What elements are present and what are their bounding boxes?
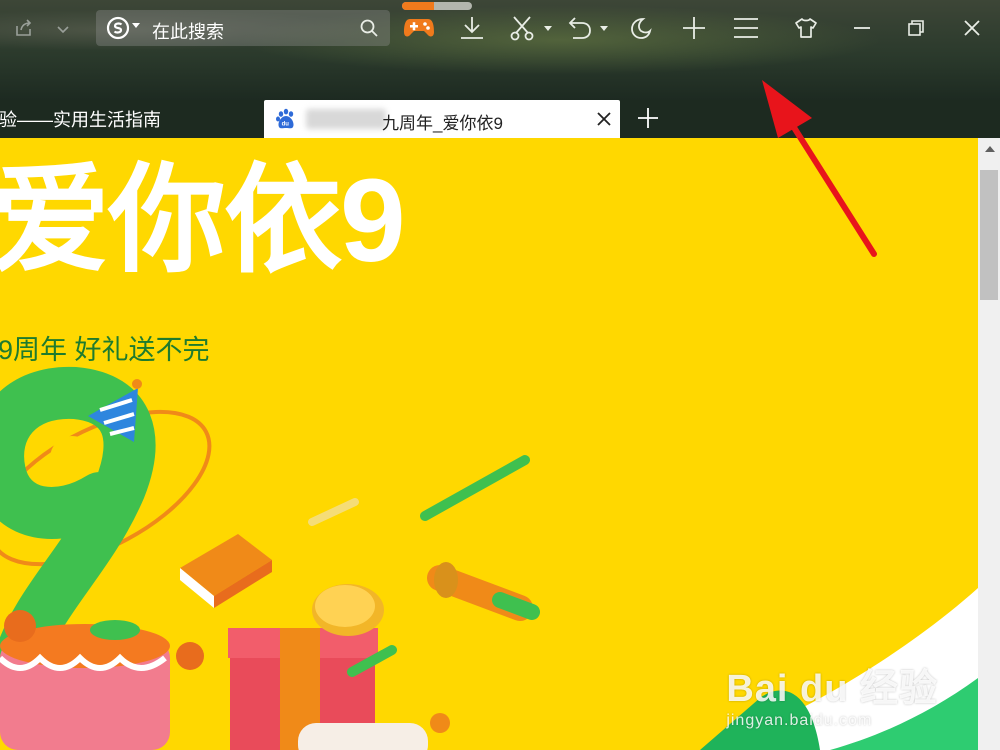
watermark-logo: Bai du 经验	[726, 668, 938, 710]
engine-dropdown-caret[interactable]	[132, 23, 140, 28]
tab-bar: 验——实用生活指南 du 九周年_爱你依9	[0, 100, 1000, 138]
search-input[interactable]: 在此搜索	[152, 18, 224, 44]
skin-icon[interactable]	[792, 14, 820, 42]
baidu-paw-icon: du	[274, 107, 298, 131]
search-icon[interactable]	[358, 17, 380, 39]
undo-icon[interactable]	[564, 14, 594, 42]
page-content[interactable]: 爱你依9 9周年 好礼送不完 Bai du 经验 jingyan.baidu.c…	[0, 138, 978, 750]
browser-toolbar: 在此搜索	[0, 0, 1000, 100]
download-icon[interactable]	[458, 14, 486, 42]
svg-text:du: du	[282, 122, 290, 128]
menu-icon[interactable]	[732, 14, 760, 42]
tab-active[interactable]: du 九周年_爱你依9	[264, 100, 620, 138]
blurred-title-text	[306, 109, 386, 129]
gamepad-icon[interactable]	[403, 14, 435, 42]
search-box[interactable]: 在此搜索	[96, 10, 390, 46]
tab-jingyan[interactable]: 验——实用生活指南	[0, 100, 262, 138]
watermark-url: jingyan.baidu.com	[726, 712, 873, 729]
share-icon[interactable]	[12, 16, 36, 40]
tab-label: 验——实用生活指南	[0, 110, 161, 130]
vertical-scrollbar[interactable]	[978, 138, 1000, 750]
tab-title: 九周年_爱你依9	[382, 114, 503, 133]
banner-subheadline: 9周年 好礼送不完	[0, 335, 210, 365]
close-icon[interactable]	[958, 14, 986, 42]
download-progress-bar	[402, 2, 472, 10]
minimize-icon[interactable]	[848, 14, 876, 42]
night-mode-icon[interactable]	[626, 14, 654, 42]
scissors-dropdown-caret[interactable]	[544, 26, 552, 31]
scroll-up-arrow-icon[interactable]	[985, 146, 995, 152]
search-engine-icon[interactable]	[106, 16, 130, 40]
restore-icon[interactable]	[902, 14, 930, 42]
scroll-thumb[interactable]	[980, 170, 998, 300]
chevron-down-icon[interactable]	[52, 18, 74, 40]
scissors-icon[interactable]	[508, 14, 536, 42]
undo-dropdown-caret[interactable]	[600, 26, 608, 31]
new-tab-icon[interactable]	[636, 106, 660, 130]
banner-headline: 爱你依9	[0, 155, 406, 287]
tab-close-icon[interactable]	[594, 109, 614, 129]
watermark: Bai du 经验 jingyan.baidu.com	[726, 657, 938, 730]
plus-icon[interactable]	[680, 14, 708, 42]
